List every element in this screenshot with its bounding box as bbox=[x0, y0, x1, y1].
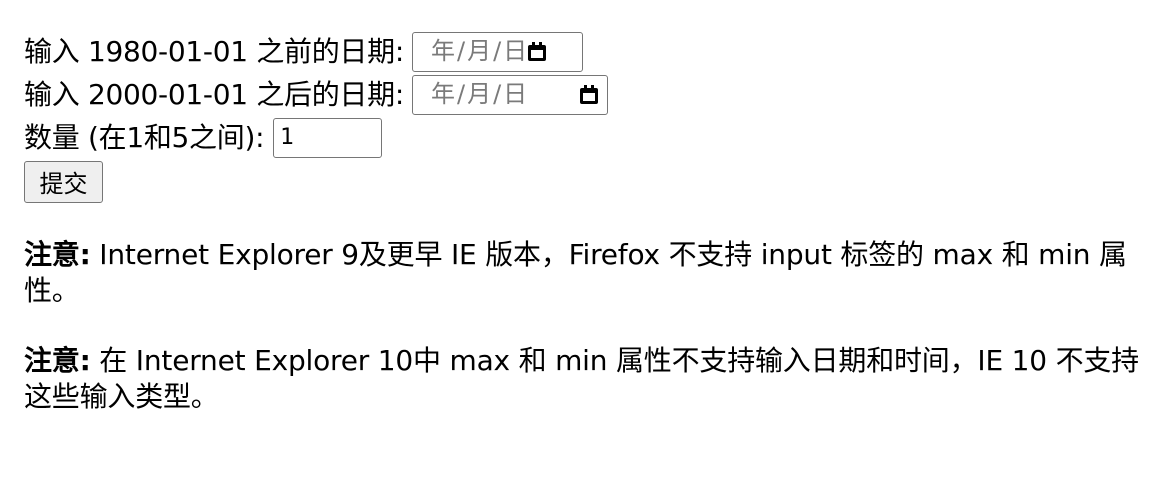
submit-button[interactable]: 提交 bbox=[24, 160, 103, 203]
quantity-label: 数量 (在1和5之间): bbox=[24, 121, 265, 154]
date-after-row: 输入 2000-01-01 之后的日期: 年 / 月 / 日 bbox=[24, 73, 1147, 116]
calendar-icon[interactable] bbox=[579, 84, 599, 105]
date-before-input[interactable]: 年 / 月 / 日 bbox=[411, 30, 583, 73]
submit-row: 提交 bbox=[24, 160, 1147, 203]
date-separator: / bbox=[493, 37, 502, 65]
page-content: 输入 1980-01-01 之前的日期: 年 / 月 / 日 输入 2000-0… bbox=[0, 0, 1171, 415]
year-segment[interactable]: 年 bbox=[431, 73, 455, 116]
month-segment[interactable]: 月 bbox=[467, 73, 491, 116]
date-after-input[interactable]: 年 / 月 / 日 bbox=[411, 73, 608, 116]
note-prefix: 注意: bbox=[24, 344, 91, 377]
date-before-row: 输入 1980-01-01 之前的日期: 年 / 月 / 日 bbox=[24, 30, 1147, 73]
date-separator: / bbox=[456, 80, 466, 108]
quantity-input[interactable] bbox=[273, 117, 383, 158]
day-segment[interactable]: 日 bbox=[503, 73, 527, 116]
note-prefix: 注意: bbox=[24, 238, 91, 271]
quantity-row: 数量 (在1和5之间): bbox=[24, 116, 1147, 159]
note-paragraph: 注意: 在 Internet Explorer 10中 max 和 min 属性… bbox=[24, 343, 1149, 415]
note-text: Internet Explorer 9及更早 IE 版本，Firefox 不支持… bbox=[24, 238, 1127, 307]
year-segment[interactable]: 年 bbox=[431, 30, 455, 73]
date-before-label: 输入 1980-01-01 之前的日期: bbox=[24, 35, 404, 68]
date-separator: / bbox=[493, 80, 502, 108]
date-separator: / bbox=[456, 37, 466, 65]
note-paragraph: 注意: Internet Explorer 9及更早 IE 版本，Firefox… bbox=[24, 237, 1149, 309]
date-form: 输入 1980-01-01 之前的日期: 年 / 月 / 日 输入 2000-0… bbox=[24, 30, 1147, 203]
date-after-label: 输入 2000-01-01 之后的日期: bbox=[24, 78, 404, 111]
calendar-icon[interactable] bbox=[527, 41, 547, 62]
day-segment[interactable]: 日 bbox=[503, 30, 527, 73]
month-segment[interactable]: 月 bbox=[467, 30, 491, 73]
note-text: 在 Internet Explorer 10中 max 和 min 属性不支持输… bbox=[24, 344, 1139, 413]
